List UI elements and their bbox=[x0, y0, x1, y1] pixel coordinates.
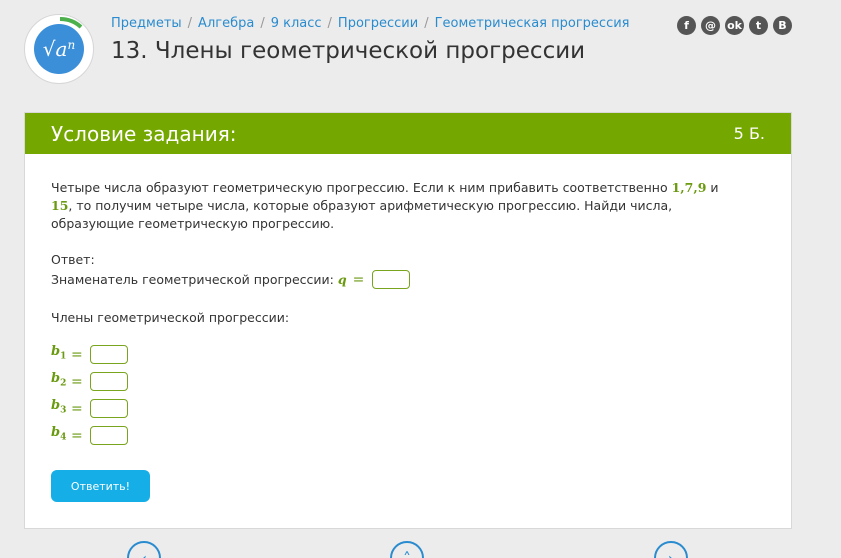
breadcrumb-separator: / bbox=[187, 16, 193, 31]
member-b3-input[interactable] bbox=[89, 399, 128, 418]
member-row: b4 = bbox=[51, 422, 765, 449]
breadcrumb-progressions[interactable]: Прогрессии bbox=[338, 16, 418, 31]
submit-answer-button[interactable]: Ответить! bbox=[51, 470, 150, 502]
odnoklassniki-icon[interactable]: ok bbox=[725, 16, 744, 35]
equals-sign: = bbox=[352, 271, 365, 288]
task-card-body: Четыре числа образуют геометрическую про… bbox=[25, 154, 791, 449]
breadcrumb-separator: / bbox=[424, 16, 429, 31]
equals-sign: = bbox=[71, 346, 83, 363]
member-symbol: b3 bbox=[51, 398, 67, 416]
task-statement: Четыре числа образуют геометрическую про… bbox=[51, 180, 719, 231]
next-task-icon[interactable]: › bbox=[654, 541, 688, 558]
task-card-header: Условие задания: 5 Б. bbox=[25, 113, 791, 154]
equals-sign: = bbox=[71, 400, 83, 417]
ratio-row: Знаменатель геометрической прогрессии: q… bbox=[51, 269, 765, 290]
breadcrumb-separator: / bbox=[260, 16, 265, 31]
up-to-list-icon[interactable]: ˄ bbox=[390, 541, 424, 558]
breadcrumb-subjects[interactable]: Предметы bbox=[111, 16, 182, 31]
equals-sign: = bbox=[71, 427, 83, 444]
vkontakte-icon[interactable]: B bbox=[773, 16, 792, 35]
members-list: b1 = b2 = b3 = b4 = bbox=[51, 341, 765, 449]
points-badge: 5 Б. bbox=[733, 124, 765, 143]
logo-sqrt-icon: √a n bbox=[34, 24, 84, 74]
previous-task-icon[interactable]: ‹ bbox=[127, 541, 161, 558]
member-b4-input[interactable] bbox=[89, 426, 128, 445]
ratio-input[interactable] bbox=[372, 270, 411, 289]
member-symbol: b4 bbox=[51, 425, 67, 443]
ratio-label: Знаменатель геометрической прогрессии: bbox=[51, 271, 334, 287]
breadcrumb: Предметы / Алгебра / 9 класс / Прогрессии / Геом… bbox=[111, 16, 629, 31]
answer-label: Ответ: bbox=[51, 252, 95, 267]
member-b2-input[interactable] bbox=[89, 372, 128, 391]
task-card: Условие задания: 5 Б. Четыре числа образ… bbox=[24, 112, 792, 529]
facebook-icon[interactable]: f bbox=[677, 16, 696, 35]
social-share-bar: f @ ok t B bbox=[677, 16, 792, 35]
ratio-symbol: q bbox=[337, 271, 347, 287]
member-b1-input[interactable] bbox=[89, 345, 128, 364]
member-symbol: b2 bbox=[51, 371, 67, 389]
task-math-numbers: 1,7,9 bbox=[671, 180, 707, 195]
member-row: b3 = bbox=[51, 395, 765, 422]
member-row: b2 = bbox=[51, 368, 765, 395]
member-symbol: b1 bbox=[51, 344, 67, 362]
breadcrumb-separator: / bbox=[327, 16, 332, 31]
email-icon[interactable]: @ bbox=[701, 16, 720, 35]
member-row: b1 = bbox=[51, 341, 765, 368]
page-title: 13. Члены геометрической прогрессии bbox=[111, 38, 586, 64]
twitter-icon[interactable]: t bbox=[749, 16, 768, 35]
members-label: Члены геометрической прогрессии: bbox=[51, 310, 290, 325]
site-logo[interactable]: √a n bbox=[24, 14, 94, 84]
equals-sign: = bbox=[71, 373, 83, 390]
task-math-fifteen: 15 bbox=[51, 198, 69, 213]
breadcrumb-grade[interactable]: 9 класс bbox=[271, 16, 322, 31]
breadcrumb-algebra[interactable]: Алгебра bbox=[198, 16, 254, 31]
breadcrumb-geometric[interactable]: Геометрическая прогрессия bbox=[435, 16, 630, 31]
task-card-title: Условие задания: bbox=[51, 121, 237, 146]
